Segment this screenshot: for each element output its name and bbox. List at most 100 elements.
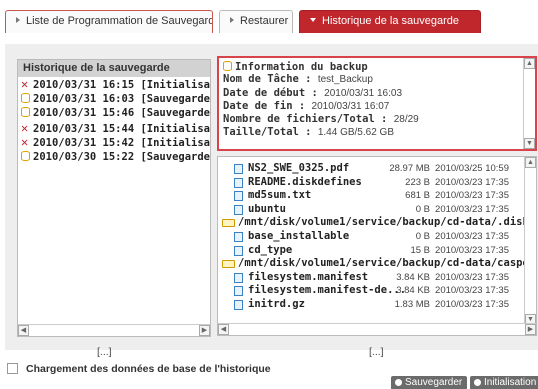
file-name: md5sum.txt <box>248 189 312 202</box>
history-item[interactable]: ✕ 2010/03/31 16:15 [Initialisation] <box>18 77 210 92</box>
folder-icon <box>222 260 235 269</box>
vertical-scrollbar[interactable]: ▲ ▼ <box>524 157 536 325</box>
load-history-checkbox[interactable] <box>7 363 18 374</box>
history-item[interactable]: 2010/03/31 15:46 [Sauvegarde] <box>18 106 210 121</box>
history-item[interactable]: 2010/03/31 16:03 [Sauvegarde] <box>18 92 210 107</box>
file-icon <box>234 272 243 283</box>
load-history-label: Chargement des données de base de l'hist… <box>26 363 271 375</box>
vertical-scrollbar[interactable]: ▲ ▼ <box>523 58 535 149</box>
history-item-label: 2010/03/31 15:42 [Initialisation] <box>33 137 211 149</box>
file-list: NS2_SWE_0325.pdf 28.97 MB 2010/03/25 10:59… <box>217 156 537 336</box>
bullet-icon <box>474 378 481 386</box>
file-date: 2010/03/23 17:35 <box>435 203 509 215</box>
file-size: 28.97 MB <box>389 163 430 174</box>
file-size: 0 B <box>415 203 430 215</box>
file-size: 0 B <box>415 230 430 242</box>
history-list-title: Historique de la sauvegarde <box>18 60 210 77</box>
file-icon <box>234 204 243 215</box>
scroll-right-button[interactable]: ▶ <box>525 324 536 335</box>
file-row[interactable]: README.diskdefines 223 B 2010/03/23 17:35 <box>218 176 524 190</box>
more-history-link[interactable]: [...] <box>97 346 112 358</box>
file-icon <box>234 191 243 202</box>
file-row[interactable]: base_installable 0 B 2010/03/23 17:35 <box>218 230 524 244</box>
save-button-label: Sauvegarder <box>405 377 463 388</box>
file-icon <box>234 231 243 242</box>
file-name: filesystem.manifest <box>248 270 369 283</box>
history-item-label: 2010/03/31 16:15 [Initialisation] <box>33 79 211 91</box>
scroll-left-button[interactable]: ◀ <box>218 324 229 335</box>
file-date: 2010/03/23 17:35 <box>435 298 509 310</box>
file-size: 223 B <box>405 176 430 188</box>
file-name: NS2_SWE_0325.pdf <box>248 162 350 174</box>
folder-row[interactable]: /mnt/disk/volume1/service/backup/cd-data… <box>218 216 529 230</box>
scroll-left-button[interactable]: ◀ <box>18 325 29 336</box>
horizontal-scrollbar[interactable]: ◀ ▶ <box>218 323 536 335</box>
x-icon: ✕ <box>21 135 29 149</box>
scroll-down-button[interactable]: ▼ <box>524 138 535 149</box>
folder-icon <box>222 219 235 228</box>
file-row[interactable]: NS2_SWE_0325.pdf 28.97 MB 2010/03/25 10:59 <box>218 162 524 176</box>
file-row[interactable]: cd_type 15 B 2010/03/23 17:35 <box>218 244 524 258</box>
bullet-icon <box>395 378 402 386</box>
file-size: 3.84 KB <box>396 271 430 283</box>
tab-label: Liste de Programmation de Sauvegarde <box>26 15 213 27</box>
file-date: 2010/03/25 10:59 <box>435 163 509 174</box>
file-icon <box>234 299 243 310</box>
file-row[interactable]: filesystem.manifest-de... 3.84 KB 2010/03/… <box>218 284 524 298</box>
backup-info-panel: Information du backup Nom de Tâche : tes… <box>217 56 537 151</box>
file-row[interactable]: md5sum.txt 681 B 2010/03/23 17:35 <box>218 189 524 203</box>
file-icon <box>234 177 243 188</box>
file-size: 3.84 KB <box>396 285 430 297</box>
scroll-up-button[interactable]: ▲ <box>524 58 535 69</box>
history-item-label: 2010/03/30 15:22 [Sauvegarde] <box>33 150 211 163</box>
file-icon <box>234 245 243 256</box>
scroll-up-button[interactable]: ▲ <box>525 157 536 168</box>
tab-label: Historique de la sauvegarde <box>322 15 459 27</box>
chevron-right-icon <box>16 17 20 23</box>
file-size: 681 B <box>405 190 430 202</box>
tab-backup-history[interactable]: Historique de la sauvegarde <box>299 10 481 33</box>
tab-restore[interactable]: Restaurer <box>219 10 293 33</box>
folder-row[interactable]: /mnt/disk/volume1/service/backup/cd-data… <box>218 257 536 271</box>
file-row[interactable]: filesystem.manifest 3.84 KB 2010/03/23 17:… <box>218 271 524 285</box>
file-row[interactable]: ubuntu 0 B 2010/03/23 17:35 <box>218 203 524 217</box>
file-icon <box>234 164 243 174</box>
history-item[interactable]: 2010/03/30 15:22 [Sauvegarde] <box>18 150 210 165</box>
end-date-value: 2010/03/31 16:07 <box>311 100 390 112</box>
file-row[interactable]: initrd.gz 1.83 MB 2010/03/23 17:35 <box>218 298 524 312</box>
database-icon <box>223 61 232 71</box>
scroll-right-button[interactable]: ▶ <box>199 325 210 336</box>
end-date-label: Date de fin : <box>223 99 306 112</box>
x-icon: ✕ <box>21 77 29 91</box>
file-icon <box>234 286 243 297</box>
tab-label: Restaurer <box>240 15 289 27</box>
info-title: Information du backup <box>235 61 368 73</box>
x-icon: ✕ <box>21 120 29 135</box>
database-icon <box>21 107 30 117</box>
load-history-option[interactable]: Chargement des données de base de l'hist… <box>7 362 271 376</box>
history-item-label: 2010/03/31 16:03 [Sauvegarde] <box>33 92 211 105</box>
size-label: Taille/Total : <box>223 126 312 139</box>
file-date: 2010/03/23 17:35 <box>435 176 509 188</box>
save-button[interactable]: Sauvegarder <box>391 376 468 389</box>
size-value: 1.44 GB/5.62 GB <box>317 127 395 139</box>
initialize-button[interactable]: Initialisation <box>470 376 538 389</box>
file-name: ubuntu <box>248 202 286 215</box>
horizontal-scrollbar[interactable]: ◀ ▶ <box>18 324 210 336</box>
file-date: 2010/03/23 17:35 <box>435 285 509 297</box>
start-date-value: 2010/03/31 16:03 <box>324 87 403 99</box>
tab-backup-schedule-list[interactable]: Liste de Programmation de Sauvegarde <box>5 10 213 33</box>
file-date: 2010/03/23 17:35 <box>435 271 509 283</box>
file-name: filesystem.manifest-de... <box>248 284 407 297</box>
history-item[interactable]: ✕ 2010/03/31 15:44 [Initialisation] <box>18 121 210 136</box>
more-files-link[interactable]: [...] <box>369 346 384 358</box>
history-item-label: 2010/03/31 15:44 [Initialisation] <box>33 122 211 135</box>
file-size: 15 B <box>410 244 430 256</box>
chevron-down-icon <box>310 18 316 22</box>
history-item-label: 2010/03/31 15:46 [Sauvegarde] <box>33 107 211 119</box>
file-name: cd_type <box>248 243 293 256</box>
file-count-value: 28/29 <box>393 114 419 126</box>
folder-path: /mnt/disk/volume1/service/backup/cd-data… <box>238 216 529 229</box>
history-item[interactable]: ✕ 2010/03/31 15:42 [Initialisation] <box>18 135 210 150</box>
database-icon <box>21 150 30 161</box>
